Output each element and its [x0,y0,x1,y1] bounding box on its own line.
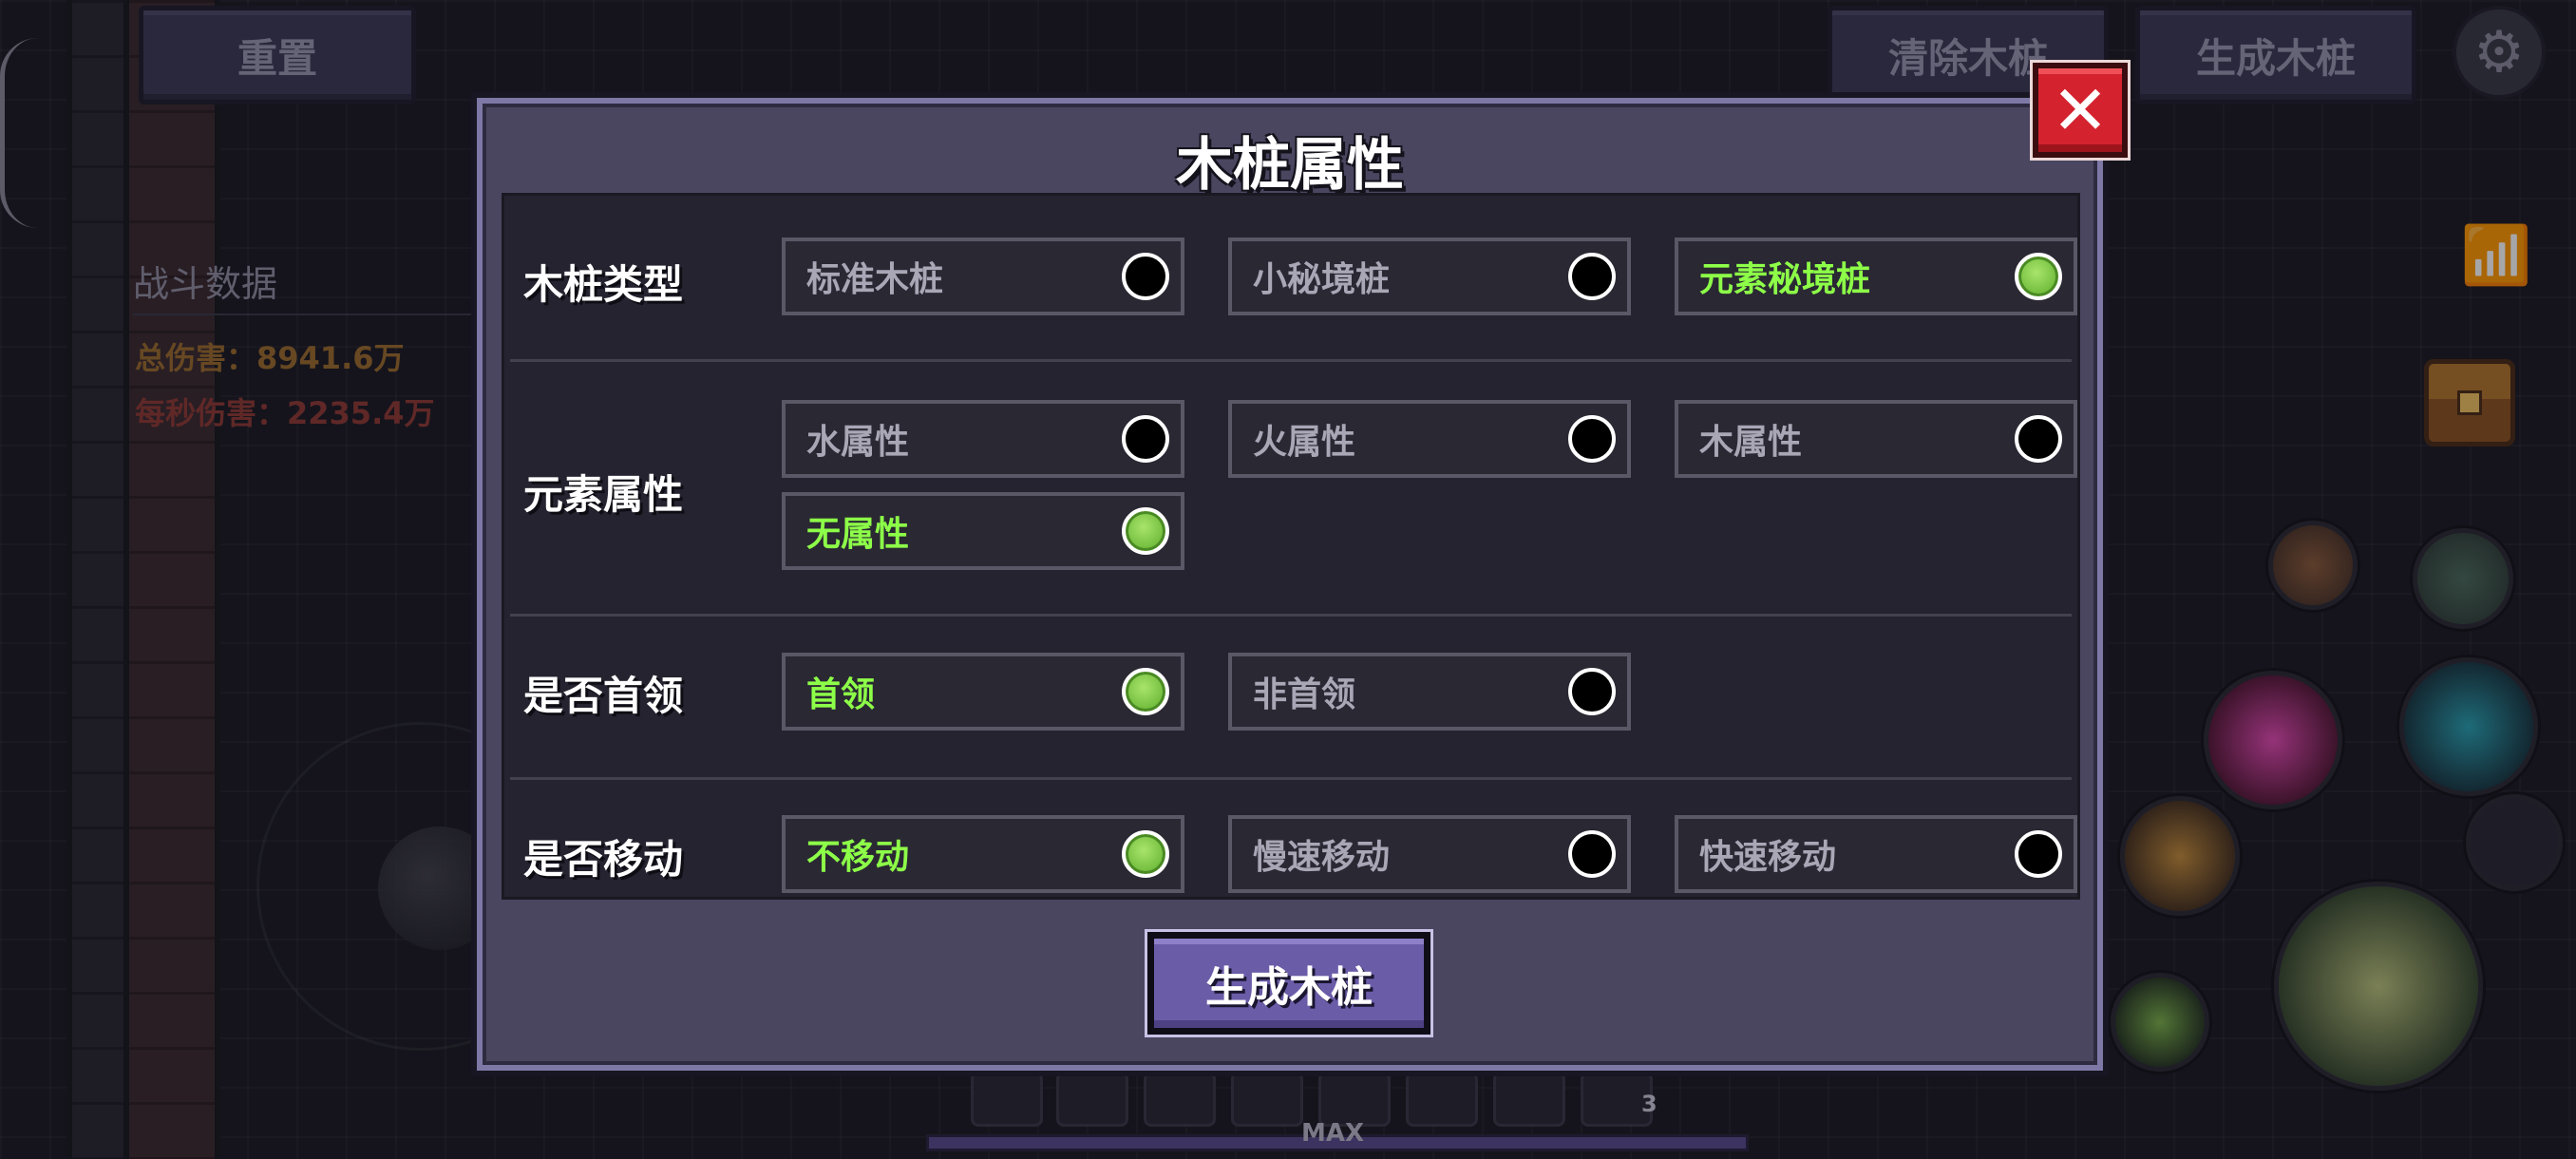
row-movement: 是否移动 不移动 慢速移动 快速移动 [504,780,2077,900]
option-fire[interactable]: 火属性 [1228,400,1631,478]
option-label: 火属性 [1253,423,1356,462]
row-label: 是否移动 [523,836,684,883]
option-no-attribute[interactable]: 无属性 [782,492,1184,570]
radio-icon [1568,415,1616,463]
generate-stake-button[interactable]: 生成木桩 [1147,932,1430,1035]
row-boss: 是否首领 首领 非首领 [504,617,2077,780]
option-water[interactable]: 水属性 [782,400,1184,478]
option-boss[interactable]: 首领 [782,653,1184,731]
radio-icon [1568,830,1616,878]
radio-selected-icon [1122,507,1169,555]
option-label: 小秘境桩 [1253,260,1391,299]
row-label: 木桩类型 [523,261,684,308]
option-fast-move[interactable]: 快速移动 [1675,815,2077,893]
radio-selected-icon [1122,830,1169,878]
row-element-attribute: 元素属性 水属性 火属性 木属性 无属性 [504,362,2077,617]
option-stationary[interactable]: 不移动 [782,815,1184,893]
radio-icon [1122,253,1169,300]
radio-selected-icon [2015,253,2062,300]
row-stake-type: 木桩类型 标准木桩 小秘境桩 元素秘境桩 [504,196,2077,362]
option-label: 首领 [806,675,876,714]
radio-icon [1568,253,1616,300]
option-label: 水属性 [806,423,910,462]
options-panel: 木桩类型 标准木桩 小秘境桩 元素秘境桩 元素属性 水属性 火属性 木属性 无属… [502,193,2080,900]
option-small-realm-stake[interactable]: 小秘境桩 [1228,238,1631,315]
radio-icon [1122,415,1169,463]
radio-selected-icon [1122,668,1169,715]
option-label: 不移动 [806,838,910,877]
row-label: 是否首领 [523,673,684,719]
option-label: 慢速移动 [1253,838,1391,877]
option-wood[interactable]: 木属性 [1675,400,2077,478]
option-label: 元素秘境桩 [1699,260,1871,299]
option-label: 快速移动 [1699,838,1837,877]
option-element-realm-stake[interactable]: 元素秘境桩 [1675,238,2077,315]
close-icon[interactable]: ✕ [2033,63,2128,158]
option-label: 木属性 [1699,423,1803,462]
option-label: 标准木桩 [806,260,944,299]
radio-icon [2015,415,2062,463]
radio-icon [1568,668,1616,715]
option-non-boss[interactable]: 非首领 [1228,653,1631,731]
radio-icon [2015,830,2062,878]
row-label: 元素属性 [523,471,684,518]
dialog-title: 木桩属性 [1176,132,1404,199]
option-label: 无属性 [806,515,910,554]
close-glyph: ✕ [2051,70,2110,150]
option-label: 非首领 [1253,675,1356,714]
option-standard-stake[interactable]: 标准木桩 [782,238,1184,315]
option-slow-move[interactable]: 慢速移动 [1228,815,1631,893]
